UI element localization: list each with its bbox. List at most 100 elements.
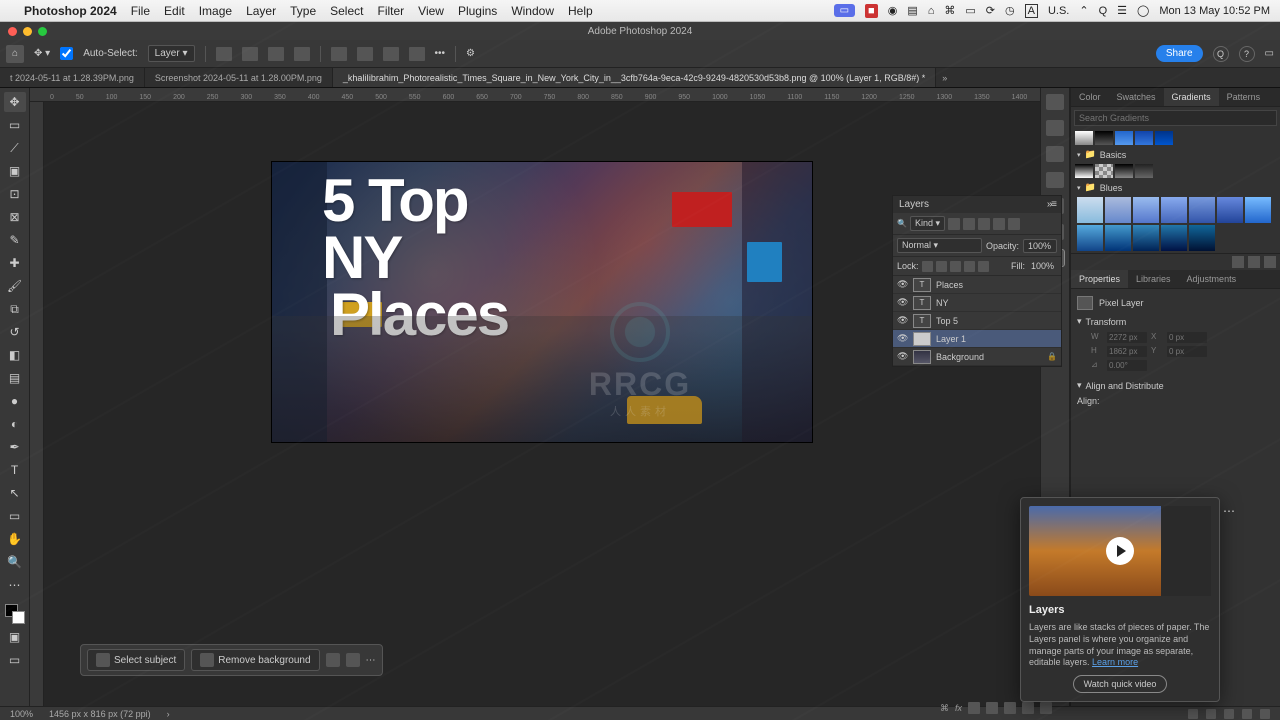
gradient-tool[interactable]: ▤: [4, 368, 26, 388]
more-icon[interactable]: [346, 653, 360, 667]
status-icon[interactable]: [1188, 709, 1198, 719]
tray-icon[interactable]: A: [1025, 4, 1038, 18]
fx-icon[interactable]: fx: [955, 703, 962, 713]
document-tab[interactable]: Screenshot 2024-05-11 at 1.28.00PM.png: [145, 68, 333, 87]
layer-row[interactable]: 👁TNY: [893, 294, 1061, 312]
hand-tool[interactable]: ✋: [4, 529, 26, 549]
gradient-swatch[interactable]: [1161, 225, 1187, 251]
play-icon[interactable]: [1106, 537, 1134, 565]
tab-libraries[interactable]: Libraries: [1128, 270, 1179, 288]
visibility-icon[interactable]: 👁: [897, 297, 908, 308]
gradient-swatch[interactable]: [1189, 197, 1215, 223]
distribute-icon[interactable]: [331, 47, 347, 61]
learn-more-link[interactable]: Learn more: [1092, 657, 1138, 667]
opacity-field[interactable]: 100%: [1023, 239, 1057, 253]
mask-icon[interactable]: [968, 702, 980, 714]
gradient-swatch[interactable]: [1077, 197, 1103, 223]
align-icon[interactable]: [242, 47, 258, 61]
zoom-tool[interactable]: 🔍: [4, 552, 26, 572]
popover-more-icon[interactable]: ⋯: [1223, 504, 1235, 518]
transform-section[interactable]: ▾Transform: [1077, 313, 1274, 330]
dodge-tool[interactable]: ◐: [4, 414, 26, 434]
lock-transparent-icon[interactable]: [922, 261, 933, 272]
video-thumbnail[interactable]: [1029, 506, 1211, 596]
distribute-icon[interactable]: [357, 47, 373, 61]
lock-icon[interactable]: 🔒: [1047, 352, 1057, 361]
color-swatches[interactable]: [5, 604, 25, 624]
document-tab-active[interactable]: _khaliIibrahim_Photorealistic_Times_Squa…: [333, 68, 936, 87]
menu-view[interactable]: View: [418, 4, 444, 18]
menu-type[interactable]: Type: [290, 4, 316, 18]
gradient-folder-blues[interactable]: ▾📁 Blues: [1071, 180, 1280, 195]
app-name[interactable]: Photoshop 2024: [24, 4, 117, 18]
distribute-icon[interactable]: [409, 47, 425, 61]
layer-row[interactable]: 👁TPlaces: [893, 276, 1061, 294]
gradient-swatch[interactable]: [1105, 225, 1131, 251]
quick-mask-tool[interactable]: ▣: [4, 627, 26, 647]
context-more-icon[interactable]: ⋯: [366, 655, 376, 666]
blend-mode-dropdown[interactable]: Normal ▾: [897, 238, 982, 253]
gradient-swatch[interactable]: [1135, 131, 1153, 145]
screen-mode-tool[interactable]: ▭: [4, 650, 26, 670]
filter-kind-dropdown[interactable]: Kind ▾: [910, 216, 945, 231]
link-icon[interactable]: ⌘: [940, 703, 949, 714]
visibility-icon[interactable]: 👁: [897, 333, 908, 344]
auto-select-checkbox[interactable]: [60, 47, 73, 60]
history-brush-tool[interactable]: ↺: [4, 322, 26, 342]
tray-icon[interactable]: ◷: [1005, 4, 1015, 17]
visibility-icon[interactable]: 👁: [897, 315, 908, 326]
menu-layer[interactable]: Layer: [246, 4, 276, 18]
battery-icon[interactable]: ▭: [965, 4, 975, 17]
status-icon[interactable]: [1224, 709, 1234, 719]
blur-tool[interactable]: ●: [4, 391, 26, 411]
home-button[interactable]: ⌂: [6, 45, 24, 63]
status-icon[interactable]: [1206, 709, 1216, 719]
gradient-swatch[interactable]: [1155, 131, 1173, 145]
menu-image[interactable]: Image: [199, 4, 232, 18]
tray-icon[interactable]: ▤: [907, 4, 917, 17]
gradient-search-input[interactable]: [1074, 110, 1277, 126]
auto-select-target[interactable]: Layer ▾: [148, 45, 195, 62]
gradient-swatch[interactable]: [1075, 164, 1093, 178]
menu-plugins[interactable]: Plugins: [458, 4, 497, 18]
minimize-icon[interactable]: [23, 27, 32, 36]
workspace-icon[interactable]: ▭: [1265, 48, 1274, 59]
input-lang[interactable]: U.S.: [1048, 5, 1069, 17]
lock-nesting-icon[interactable]: [964, 261, 975, 272]
fill-field[interactable]: 100%: [1028, 260, 1057, 272]
tab-adjustments[interactable]: Adjustments: [1179, 270, 1245, 288]
tray-icon[interactable]: ⌂: [928, 5, 935, 17]
visibility-icon[interactable]: 👁: [897, 279, 908, 290]
layer-row[interactable]: 👁Background🔒: [893, 348, 1061, 366]
transform-icon[interactable]: [326, 653, 340, 667]
tab-patterns[interactable]: Patterns: [1219, 88, 1269, 106]
gradient-swatch[interactable]: [1245, 197, 1271, 223]
lock-image-icon[interactable]: [936, 261, 947, 272]
tray-icon[interactable]: ◉: [888, 4, 898, 17]
move-tool-icon[interactable]: ✥ ▾: [34, 48, 50, 59]
tab-gradients[interactable]: Gradients: [1164, 88, 1219, 106]
filter-shape-icon[interactable]: [993, 218, 1005, 230]
lock-all-icon[interactable]: [978, 261, 989, 272]
tab-swatches[interactable]: Swatches: [1109, 88, 1164, 106]
panel-menu-icon[interactable]: » ≡: [1047, 199, 1055, 210]
artboard[interactable]: 5 Top NY Places: [272, 162, 812, 442]
tab-overflow-icon[interactable]: »: [936, 73, 953, 83]
gradient-folder-basics[interactable]: ▾📁 Basics: [1071, 147, 1280, 162]
paragraph-panel-icon[interactable]: [1046, 172, 1064, 188]
delete-layer-icon[interactable]: [1040, 702, 1052, 714]
status-icon[interactable]: [1260, 709, 1270, 719]
gradient-swatch[interactable]: [1095, 131, 1113, 145]
type-tool[interactable]: T: [4, 460, 26, 480]
delete-icon[interactable]: [1264, 256, 1276, 268]
group-icon[interactable]: [1004, 702, 1016, 714]
more-icon[interactable]: •••: [435, 48, 446, 59]
menu-file[interactable]: File: [131, 4, 150, 18]
filter-adjust-icon[interactable]: [963, 218, 975, 230]
bluetooth-icon[interactable]: ⌘: [944, 4, 955, 17]
traffic-lights[interactable]: [8, 27, 47, 36]
ruler-vertical[interactable]: [30, 102, 44, 706]
watch-video-button[interactable]: Watch quick video: [1073, 675, 1168, 693]
select-subject-button[interactable]: Select subject: [87, 649, 185, 671]
character-panel-icon[interactable]: [1046, 146, 1064, 162]
